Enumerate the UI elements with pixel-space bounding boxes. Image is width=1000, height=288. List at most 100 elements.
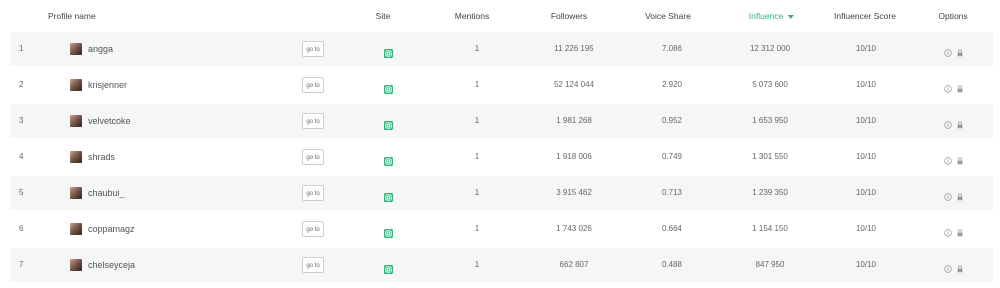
table-row: 1 angga go to 1 11 226 195 7.086 12 312 000 10/… — [10, 32, 993, 66]
mentions-cell: 1 — [474, 80, 480, 89]
instagram-icon[interactable] — [384, 261, 393, 274]
header-profile-name[interactable]: Profile name — [48, 0, 96, 32]
info-icon[interactable] — [944, 260, 952, 273]
lock-icon[interactable] — [956, 116, 964, 129]
rank-cell: 7 — [19, 260, 24, 269]
go-to-button[interactable]: go to — [302, 185, 324, 201]
info-icon[interactable] — [944, 44, 952, 57]
mentions-cell: 1 — [474, 152, 480, 161]
voice-share-cell: 0.749 — [661, 152, 683, 161]
influence-cell: 1 154 150 — [752, 224, 788, 233]
header-mentions[interactable]: Mentions — [455, 0, 490, 32]
instagram-icon[interactable] — [384, 81, 393, 94]
voice-share-cell: 0.664 — [661, 224, 683, 233]
table-row: 7 chelseyceja go to 1 662 807 0.488 847 950 10/… — [10, 248, 993, 282]
profile-name-link[interactable]: chaubui_ — [88, 176, 125, 210]
info-icon[interactable] — [944, 152, 952, 165]
lock-icon[interactable] — [956, 80, 964, 93]
avatar[interactable] — [70, 43, 82, 55]
table-row: 6 coppamagz go to 1 1 743 026 0.664 1 154 150 1… — [10, 212, 993, 246]
influencer-score-cell: 10/10 — [855, 152, 877, 161]
followers-cell: 1 981 268 — [556, 116, 592, 125]
mentions-cell: 1 — [474, 224, 480, 233]
rank-cell: 5 — [19, 188, 24, 197]
header-options: Options — [938, 11, 968, 21]
influencer-score-cell: 10/10 — [855, 188, 877, 197]
avatar[interactable] — [70, 115, 82, 127]
info-icon[interactable] — [944, 188, 952, 201]
lock-icon[interactable] — [956, 188, 964, 201]
table-row: 4 shrads go to 1 1 918 006 0.749 1 301 550 10/1… — [10, 140, 993, 174]
rank-cell: 4 — [19, 152, 24, 161]
influencer-score-cell: 10/10 — [855, 224, 877, 233]
influence-cell: 1 239 350 — [752, 188, 788, 197]
followers-cell: 662 807 — [559, 260, 589, 269]
rank-cell: 1 — [19, 44, 24, 53]
table-row: 5 chaubui_ go to 1 3 915 462 0.713 1 239 350 10… — [10, 176, 993, 210]
voice-share-cell: 2.920 — [661, 80, 683, 89]
influence-cell: 5 073 600 — [752, 80, 788, 89]
avatar[interactable] — [70, 259, 82, 271]
sort-desc-icon — [787, 14, 794, 19]
header-influence[interactable]: Influence — [749, 0, 794, 32]
rank-cell: 3 — [19, 116, 24, 125]
lock-icon[interactable] — [956, 260, 964, 273]
profile-name-link[interactable]: velvetcoke — [88, 104, 131, 138]
header-followers[interactable]: Followers — [551, 0, 587, 32]
influence-cell: 12 312 000 — [749, 44, 791, 53]
profile-name-link[interactable]: shrads — [88, 140, 115, 174]
instagram-icon[interactable] — [384, 45, 393, 58]
followers-cell: 3 915 462 — [556, 188, 592, 197]
mentions-cell: 1 — [474, 188, 480, 197]
influencer-score-cell: 10/10 — [855, 80, 877, 89]
avatar[interactable] — [70, 223, 82, 235]
lock-icon[interactable] — [956, 152, 964, 165]
lock-icon[interactable] — [956, 44, 964, 57]
mentions-cell: 1 — [474, 44, 480, 53]
table-header: Profile name Site Mentions Followers Voi… — [0, 0, 1000, 32]
followers-cell: 11 226 195 — [554, 44, 594, 53]
profile-name-link[interactable]: angga — [88, 32, 113, 66]
rank-cell: 2 — [19, 80, 24, 89]
avatar[interactable] — [70, 151, 82, 163]
influencer-table: Profile name Site Mentions Followers Voi… — [0, 0, 1000, 288]
instagram-icon[interactable] — [384, 117, 393, 130]
followers-cell: 52 124 044 — [553, 80, 595, 89]
go-to-button[interactable]: go to — [302, 149, 324, 165]
influence-cell: 847 950 — [755, 260, 785, 269]
voice-share-cell: 0.713 — [661, 188, 683, 197]
influence-cell: 1 301 550 — [752, 152, 788, 161]
go-to-button[interactable]: go to — [302, 41, 324, 57]
header-voice-share[interactable]: Voice Share — [645, 0, 691, 32]
voice-share-cell: 7.086 — [661, 44, 683, 53]
profile-name-link[interactable]: krisjenner — [88, 68, 127, 102]
info-icon[interactable] — [944, 80, 952, 93]
instagram-icon[interactable] — [384, 153, 393, 166]
influencer-score-cell: 10/10 — [855, 116, 877, 125]
go-to-button[interactable]: go to — [302, 113, 324, 129]
influencer-score-cell: 10/10 — [855, 44, 877, 53]
header-site[interactable]: Site — [376, 0, 391, 32]
rank-cell: 6 — [19, 224, 24, 233]
go-to-button[interactable]: go to — [302, 257, 324, 273]
lock-icon[interactable] — [956, 224, 964, 237]
header-influence-label: Influence — [748, 11, 784, 21]
avatar[interactable] — [70, 187, 82, 199]
instagram-icon[interactable] — [384, 189, 393, 202]
header-influencer-score[interactable]: Influencer Score — [834, 0, 896, 32]
followers-cell: 1 743 026 — [556, 224, 592, 233]
influencer-score-cell: 10/10 — [855, 260, 877, 269]
avatar[interactable] — [70, 79, 82, 91]
table-row: 3 velvetcoke go to 1 1 981 268 0.952 1 653 950… — [10, 104, 993, 138]
mentions-cell: 1 — [474, 260, 480, 269]
info-icon[interactable] — [944, 116, 952, 129]
info-icon[interactable] — [944, 224, 952, 237]
voice-share-cell: 0.488 — [661, 260, 683, 269]
followers-cell: 1 918 006 — [556, 152, 592, 161]
table-row: 2 krisjenner go to 1 52 124 044 2.920 5 073 60… — [10, 68, 993, 102]
profile-name-link[interactable]: coppamagz — [88, 212, 135, 246]
instagram-icon[interactable] — [384, 225, 393, 238]
profile-name-link[interactable]: chelseyceja — [88, 248, 135, 282]
go-to-button[interactable]: go to — [302, 221, 324, 237]
go-to-button[interactable]: go to — [302, 77, 324, 93]
